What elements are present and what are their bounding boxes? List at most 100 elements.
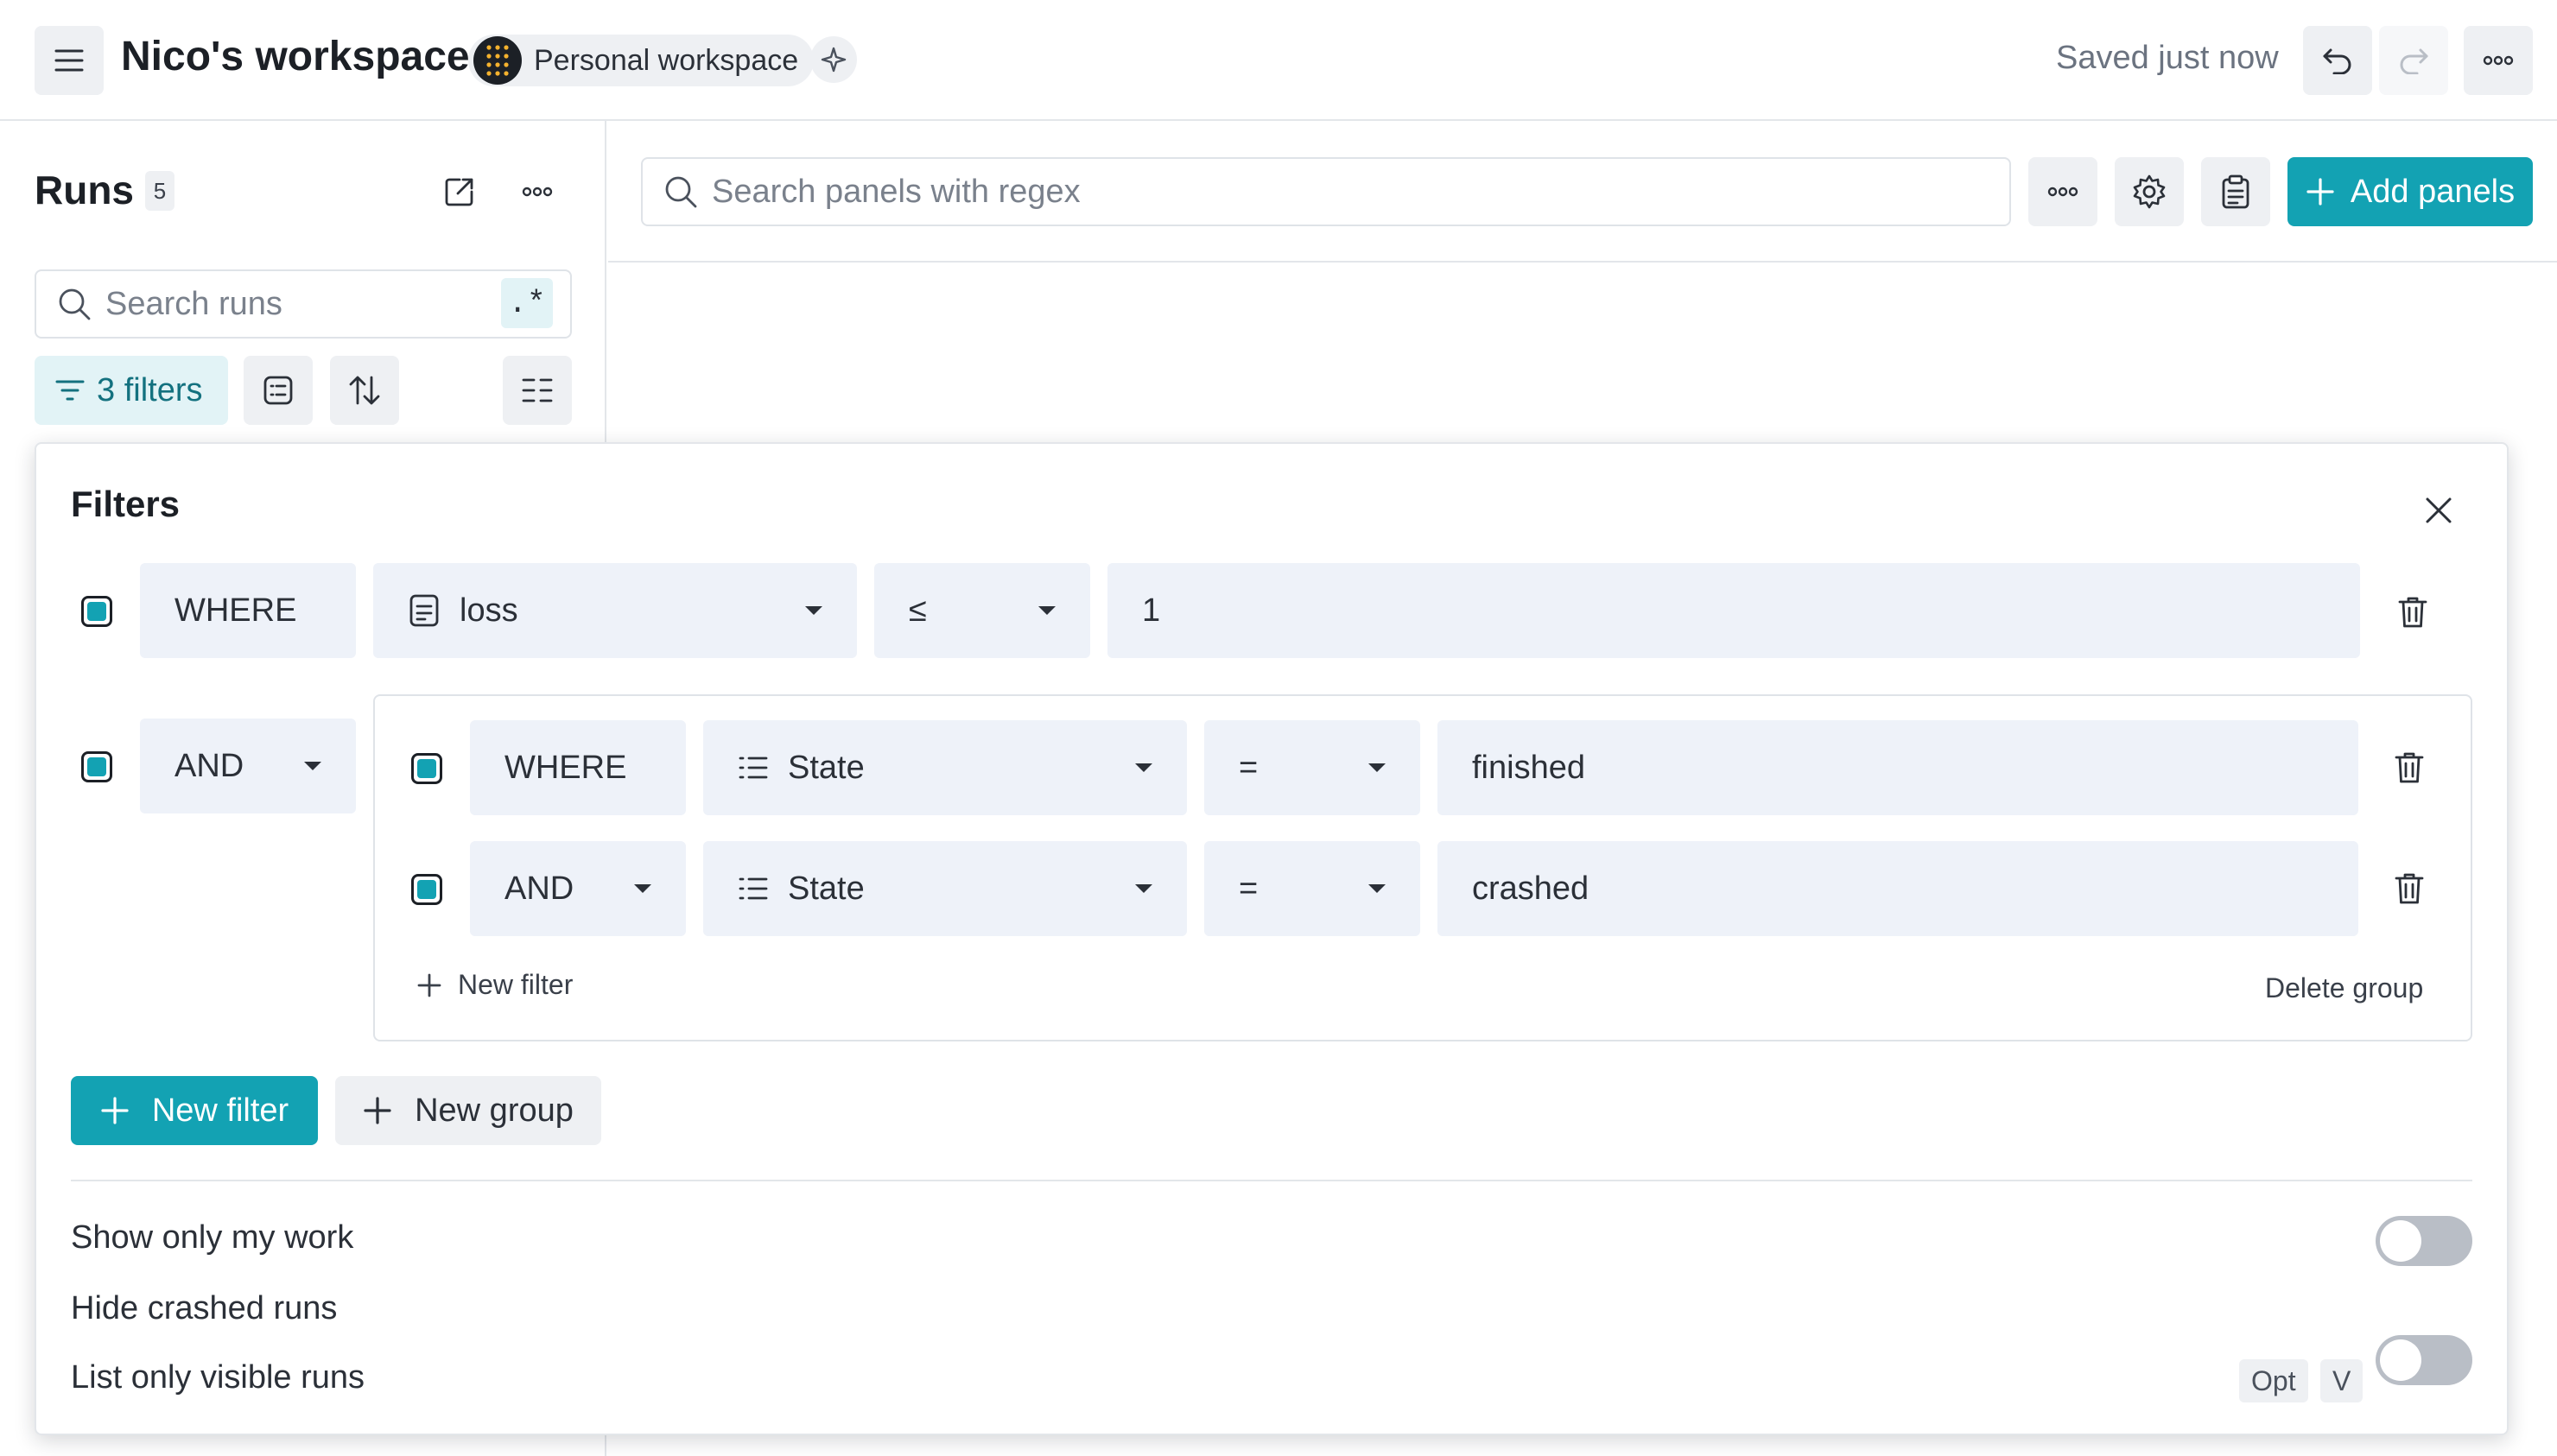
new-group-label: New group bbox=[415, 1092, 574, 1129]
runs-search-field[interactable] bbox=[35, 269, 572, 339]
sparkle-icon bbox=[821, 47, 847, 73]
options-divider bbox=[71, 1180, 2472, 1181]
redo-button[interactable] bbox=[2379, 26, 2448, 95]
panel-toolbar-divider bbox=[608, 261, 2557, 263]
group-runs-button[interactable] bbox=[244, 356, 313, 425]
filter-icon bbox=[55, 380, 85, 401]
new-filter-label: New filter bbox=[151, 1092, 289, 1129]
panels-more-button[interactable] bbox=[2028, 157, 2097, 226]
clipboard-icon bbox=[2222, 174, 2249, 209]
chevron-down-icon bbox=[304, 762, 321, 770]
chevron-down-icon bbox=[1135, 884, 1152, 893]
shortcut-key: V bbox=[2320, 1359, 2363, 1402]
sort-icon bbox=[349, 376, 380, 405]
new-group-button[interactable]: New group bbox=[335, 1076, 601, 1145]
new-filter-button[interactable]: New filter bbox=[71, 1076, 318, 1145]
chevron-down-icon bbox=[805, 606, 822, 615]
chevron-down-icon bbox=[1368, 884, 1386, 893]
hide-crashed-runs-toggle[interactable] bbox=[2376, 1335, 2472, 1385]
more-options-button[interactable] bbox=[2464, 26, 2533, 95]
filter-conjunction: WHERE bbox=[140, 563, 356, 658]
filter-operator-select[interactable]: ≤ bbox=[874, 563, 1090, 658]
open-runs-table-button[interactable] bbox=[435, 168, 484, 216]
shortcut-key: Opt bbox=[2239, 1359, 2308, 1402]
chevron-down-icon bbox=[1038, 606, 1056, 615]
close-icon bbox=[2426, 497, 2452, 523]
filter-conjunction-label: AND bbox=[504, 870, 574, 907]
group-conjunction-label: AND bbox=[174, 747, 244, 784]
plus-icon bbox=[101, 1097, 129, 1124]
edit-export-icon bbox=[445, 178, 473, 206]
filter-field-label: State bbox=[788, 749, 865, 786]
filter-operator-select[interactable]: = bbox=[1204, 841, 1420, 936]
filters-button-label: 3 filters bbox=[97, 371, 203, 408]
filter-conjunction-select[interactable]: AND bbox=[470, 841, 686, 936]
plus-icon bbox=[417, 973, 441, 997]
regex-toggle-button[interactable]: .* bbox=[501, 278, 553, 328]
chevron-down-icon bbox=[1135, 763, 1152, 772]
settings-button[interactable] bbox=[2115, 157, 2184, 226]
runs-count-badge: 5 bbox=[145, 171, 174, 211]
delete-filter-button[interactable] bbox=[2386, 865, 2433, 912]
filter-field-select[interactable]: loss bbox=[373, 563, 857, 658]
filter-conjunction: WHERE bbox=[470, 720, 686, 815]
panel-search-field[interactable] bbox=[641, 157, 2011, 226]
gear-icon bbox=[2133, 174, 2166, 209]
panel-search-input[interactable] bbox=[712, 173, 1921, 211]
option-label: Show only my work bbox=[71, 1219, 354, 1256]
runs-more-button[interactable] bbox=[513, 168, 562, 216]
chevron-down-icon bbox=[1368, 763, 1386, 772]
search-icon bbox=[665, 176, 697, 208]
filters-title: Filters bbox=[71, 484, 181, 524]
filter-operator-select[interactable]: = bbox=[1204, 720, 1420, 815]
delete-filter-button[interactable] bbox=[2386, 744, 2433, 791]
chevron-down-icon bbox=[634, 884, 651, 893]
save-status: Saved just now bbox=[2056, 40, 2279, 76]
hamburger-icon bbox=[54, 49, 84, 72]
option-label: List only visible runs bbox=[71, 1359, 365, 1396]
workspace-badge[interactable]: Personal workspace bbox=[468, 35, 815, 86]
redo-icon bbox=[2400, 48, 2428, 74]
filter-value-input[interactable]: 1 bbox=[1107, 563, 2360, 658]
filter-field-select[interactable]: State bbox=[703, 720, 1187, 815]
sort-runs-button[interactable] bbox=[330, 356, 399, 425]
runs-search-input[interactable] bbox=[105, 285, 485, 323]
list-box-icon bbox=[263, 376, 293, 405]
group-new-filter-label: New filter bbox=[458, 969, 574, 1000]
group-enabled-checkbox[interactable] bbox=[81, 751, 112, 782]
filter-operator-label: = bbox=[1239, 749, 1259, 786]
list-icon bbox=[739, 756, 768, 779]
filters-button[interactable]: 3 filters bbox=[35, 356, 228, 425]
workspace-title: Nico's workspace bbox=[121, 34, 470, 79]
filter-field-label: loss bbox=[460, 592, 518, 629]
filter-field-select[interactable]: State bbox=[703, 841, 1187, 936]
filter-field-label: State bbox=[788, 870, 865, 907]
show-only-my-work-toggle[interactable] bbox=[2376, 1216, 2472, 1266]
search-icon bbox=[59, 288, 91, 320]
menu-button[interactable] bbox=[35, 26, 104, 95]
columns-button[interactable] bbox=[503, 356, 572, 425]
ai-sparkle-button[interactable] bbox=[810, 36, 857, 83]
close-filters-button[interactable] bbox=[2415, 487, 2462, 534]
filter-enabled-checkbox[interactable] bbox=[81, 596, 112, 627]
more-horizontal-icon bbox=[2483, 55, 2514, 66]
filter-value-input[interactable]: crashed bbox=[1437, 841, 2358, 936]
add-panels-button[interactable]: Add panels bbox=[2287, 157, 2533, 226]
clipboard-button[interactable] bbox=[2201, 157, 2270, 226]
group-new-filter-button[interactable]: New filter bbox=[416, 969, 573, 1001]
plus-icon bbox=[2306, 178, 2334, 206]
trash-icon bbox=[2395, 873, 2424, 904]
group-conjunction-select[interactable]: AND bbox=[140, 719, 356, 813]
undo-icon bbox=[2323, 48, 2351, 74]
filter-operator-label: = bbox=[1239, 870, 1259, 907]
filter-value-input[interactable]: finished bbox=[1437, 720, 2358, 815]
filter-operator-label: ≤ bbox=[909, 592, 927, 629]
filter-enabled-checkbox[interactable] bbox=[411, 874, 442, 905]
filter-enabled-checkbox[interactable] bbox=[411, 753, 442, 784]
workspace-badge-label: Personal workspace bbox=[534, 43, 799, 77]
list-icon bbox=[739, 877, 768, 900]
delete-group-button[interactable]: Delete group bbox=[2265, 972, 2423, 1004]
more-horizontal-icon bbox=[2047, 187, 2078, 197]
undo-button[interactable] bbox=[2303, 26, 2372, 95]
delete-filter-button[interactable] bbox=[2389, 589, 2436, 636]
